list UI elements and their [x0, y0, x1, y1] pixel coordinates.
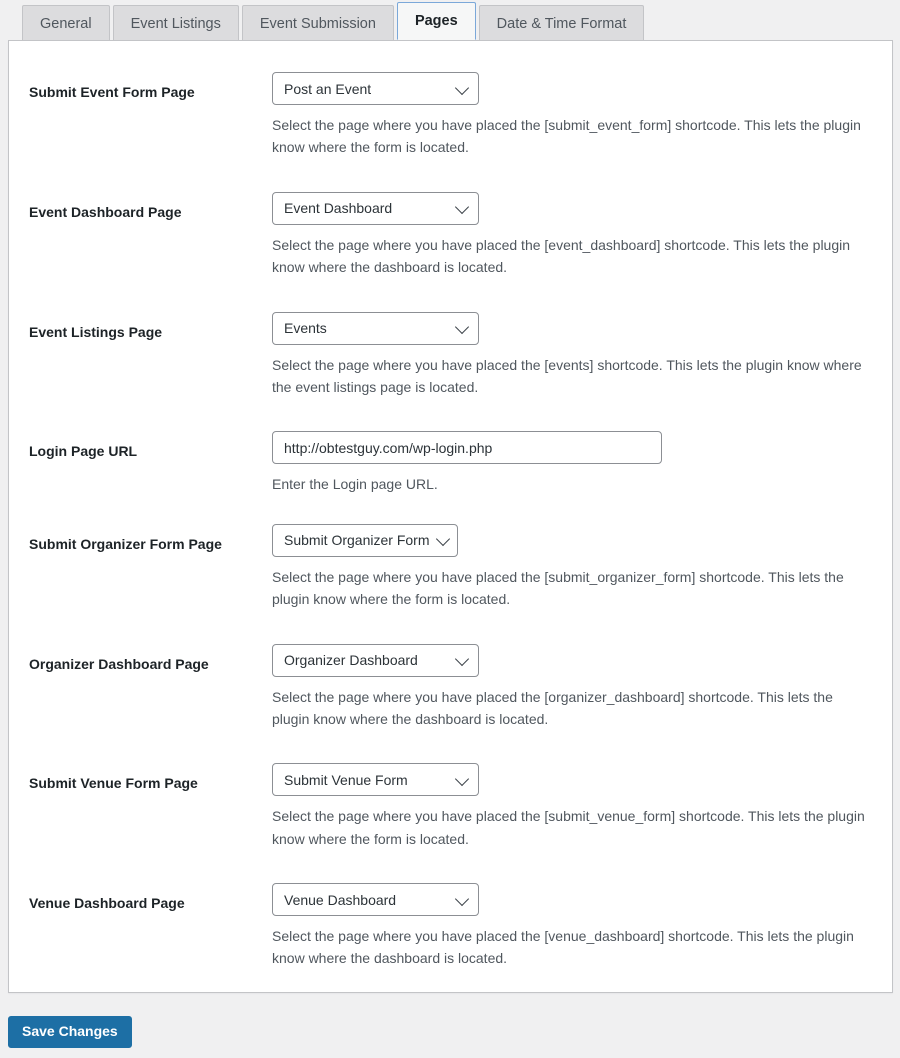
tab-pages[interactable]: Pages [396, 2, 476, 40]
field-control-group: Enter the Login page URL. [272, 431, 892, 495]
chevron-down-icon [454, 771, 470, 786]
row-spacer [9, 279, 892, 312]
settings-panel: Submit Event Form Page Post an Event Selec… [8, 40, 893, 993]
settings-row: Event Listings Page Events Select the page… [9, 311, 892, 399]
tab-general[interactable]: General [22, 5, 110, 41]
field-control-group: Submit Venue Form Select the page where y… [272, 763, 892, 850]
organizer-dashboard-page-select[interactable]: Organizer Dashboard [272, 643, 479, 677]
field-label: Event Dashboard Page [29, 203, 182, 220]
field-label: Venue Dashboard Page [29, 895, 185, 912]
field-description: Select the page where you have placed th… [272, 356, 862, 395]
chevron-down-icon [454, 319, 470, 335]
login-page-url-input[interactable] [272, 431, 662, 465]
form-footer: Save Changes [8, 1016, 893, 1049]
field-label: Login Page URL [29, 443, 138, 460]
select-value: Event Dashboard [284, 200, 393, 217]
event-listings-page-select[interactable]: Events [272, 311, 479, 345]
chevron-down-icon [454, 200, 470, 215]
submit-organizer-form-page-select[interactable]: Submit Organizer Form [272, 523, 459, 557]
field-control-group: Organizer Dashboard Select the page where… [272, 643, 892, 731]
field-label: Event Listings Page [29, 323, 163, 340]
settings-tab-bar: General Event Listings Event Submission Pag… [0, 0, 900, 41]
field-label: Submit Event Form Page [29, 84, 195, 100]
chevron-down-icon [454, 80, 470, 95]
field-description: Select the page where you have placed th… [272, 928, 854, 967]
select-value: Submit Venue Form [284, 771, 408, 788]
tab-event-listings[interactable]: Event Listings [112, 5, 239, 41]
select-value: Organizer Dashboard [284, 652, 418, 669]
settings-form-table: Submit Event Form Page Post an Event Selec… [9, 41, 892, 970]
select-value: Venue Dashboard [284, 891, 397, 908]
submit-event-form-page-select[interactable]: Post an Event [272, 72, 479, 105]
field-control-group: Events Select the page where you have pla… [272, 311, 892, 399]
field-description: Select the page where you have placed th… [272, 568, 844, 608]
row-spacer [9, 159, 892, 192]
tab-date-time-format[interactable]: Date & Time Format [478, 5, 645, 41]
submit-venue-form-page-select[interactable]: Submit Venue Form [272, 763, 479, 797]
settings-row: Submit Organizer Form Page Submit Organiz… [9, 523, 892, 611]
field-description: Enter the Login page URL. [272, 476, 438, 493]
save-changes-button[interactable]: Save Changes [8, 1016, 132, 1049]
tab-event-submission[interactable]: Event Submission [241, 5, 394, 41]
field-description: Select the page where you have placed th… [272, 117, 861, 156]
field-label: Submit Organizer Form Page [29, 535, 222, 552]
field-control-group: Submit Organizer Form Select the page whe… [272, 523, 892, 611]
chevron-down-icon [436, 532, 451, 547]
settings-row: Organizer Dashboard Page Organizer Dashbo… [9, 643, 892, 731]
row-spacer [9, 398, 892, 431]
settings-row: Submit Venue Form Page Submit Venue Form S… [9, 763, 892, 850]
select-value: Submit Organizer Form [284, 532, 430, 549]
settings-row: Venue Dashboard Page Venue Dashboard Selec… [9, 883, 892, 970]
chevron-down-icon [454, 891, 470, 906]
row-spacer [9, 850, 892, 883]
settings-row: Event Dashboard Page Event Dashboard Selec… [9, 191, 892, 279]
field-description: Select the page where you have placed th… [272, 808, 865, 847]
chevron-down-icon [454, 651, 470, 667]
field-description: Select the page where you have placed th… [272, 688, 833, 727]
field-label: Organizer Dashboard Page [29, 655, 209, 672]
field-description: Select the page where you have placed th… [272, 236, 851, 276]
select-value: Post an Event [284, 80, 372, 97]
field-control-group: Venue Dashboard Select the page where you… [272, 883, 892, 970]
venue-dashboard-page-select[interactable]: Venue Dashboard [272, 883, 479, 917]
settings-row: Submit Event Form Page Post an Event Selec… [9, 72, 892, 159]
field-control-group: Post an Event Select the page where you h… [272, 72, 892, 159]
settings-row: Login Page URL Enter the Login page URL. [9, 431, 892, 495]
field-control-group: Event Dashboard Select the page where you… [272, 191, 892, 279]
select-value: Events [284, 320, 327, 337]
event-dashboard-page-select[interactable]: Event Dashboard [272, 191, 479, 225]
row-spacer [9, 496, 892, 524]
field-label: Submit Venue Form Page [29, 775, 198, 792]
row-spacer [9, 611, 892, 644]
row-spacer [9, 730, 892, 763]
